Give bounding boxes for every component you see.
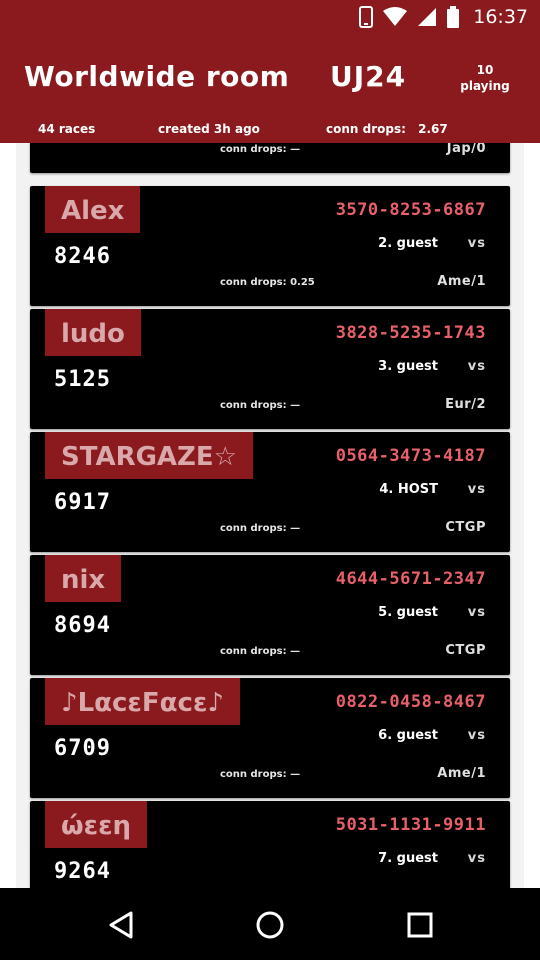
player-region: CTGP xyxy=(445,643,486,658)
player-conn-drops: conn drops: — xyxy=(220,523,301,534)
player-card[interactable]: ώεεη 5031-1131-9911 9264 7. guest vs xyxy=(30,801,510,888)
back-button[interactable] xyxy=(104,908,138,942)
player-region: Eur/2 xyxy=(445,397,486,412)
player-region: Ame/1 xyxy=(437,766,486,781)
races-count: 44 races xyxy=(38,122,96,136)
friend-code: 0564-3473-4187 xyxy=(335,446,486,466)
player-score: 6917 xyxy=(54,490,111,515)
created-time: created 3h ago xyxy=(158,122,260,136)
player-card[interactable]: nix 4644-5671-2347 8694 5. guest vs conn… xyxy=(30,555,510,675)
player-list[interactable]: conn drops: — Jap/0 Alex 3570-8253-6867 … xyxy=(16,143,524,888)
friend-code: 3828-5235-1743 xyxy=(335,323,486,343)
playing-count: 10 playing xyxy=(450,62,520,94)
battery-icon xyxy=(447,6,460,28)
player-conn-drops: conn drops: — xyxy=(220,769,301,780)
friend-code: 5031-1131-9911 xyxy=(335,815,486,835)
vs-label: vs xyxy=(467,482,486,497)
friend-code: 0822-0458-8467 xyxy=(335,692,486,712)
home-button[interactable] xyxy=(253,908,287,942)
player-card[interactable]: ludo 3828-5235-1743 5125 3. guest vs con… xyxy=(30,309,510,429)
vs-label: vs xyxy=(467,605,486,620)
recents-icon xyxy=(407,912,433,938)
player-score: 8246 xyxy=(54,244,111,269)
player-card[interactable]: STARGAZE☆ 0564-3473-4187 6917 4. HOST vs… xyxy=(30,432,510,552)
vs-label: vs xyxy=(467,359,486,374)
player-conn-drops: conn drops: — xyxy=(220,144,301,155)
player-score: 5125 xyxy=(54,367,111,392)
player-conn-drops: conn drops: — xyxy=(220,646,301,657)
player-card[interactable]: ♪LαcεFαcε♪ 0822-0458-8467 6709 6. guest … xyxy=(30,678,510,798)
player-position: 5. guest xyxy=(378,605,438,620)
player-score: 9264 xyxy=(54,859,111,884)
home-icon xyxy=(256,911,284,939)
player-position: 6. guest xyxy=(378,728,438,743)
player-name: Alex xyxy=(45,186,141,233)
player-conn-drops: conn drops: 0.25 xyxy=(220,277,315,288)
friend-code: 3570-8253-6867 xyxy=(335,200,486,220)
wifi-icon xyxy=(383,7,408,26)
room-header: Worldwide room UJ24 10 playing 44 races … xyxy=(0,36,540,143)
player-name: nix xyxy=(45,555,122,602)
navigation-bar xyxy=(0,888,540,960)
player-score: 6709 xyxy=(54,736,111,761)
phone-icon xyxy=(359,6,374,28)
vs-label: vs xyxy=(467,236,486,251)
back-icon xyxy=(109,911,133,939)
room-title: Worldwide room xyxy=(24,60,290,93)
friend-code: 4644-5671-2347 xyxy=(335,569,486,589)
player-region: Jap/0 xyxy=(446,143,486,156)
player-name: ώεεη xyxy=(45,801,148,848)
player-card[interactable]: conn drops: — Jap/0 xyxy=(30,143,510,173)
player-region: CTGP xyxy=(445,520,486,535)
recents-button[interactable] xyxy=(403,908,437,942)
player-conn-drops: conn drops: — xyxy=(220,400,301,411)
player-position: 7. guest xyxy=(378,851,438,866)
player-name: ♪LαcεFαcε♪ xyxy=(45,678,241,725)
room-code: UJ24 xyxy=(330,60,407,93)
vs-label: vs xyxy=(467,728,486,743)
vs-label: vs xyxy=(467,851,486,866)
player-position: 2. guest xyxy=(378,236,438,251)
player-score: 8694 xyxy=(54,613,111,638)
player-region: Ame/1 xyxy=(437,274,486,289)
status-bar: 16:37 xyxy=(0,0,540,36)
player-name: STARGAZE☆ xyxy=(45,432,253,479)
status-time: 16:37 xyxy=(473,6,528,28)
status-icons: 16:37 xyxy=(359,6,528,28)
conn-drops-label: conn drops: xyxy=(326,122,406,136)
playing-number: 10 xyxy=(476,63,494,77)
conn-drops-value: 2.67 xyxy=(418,122,448,136)
player-card[interactable]: Alex 3570-8253-6867 8246 2. guest vs con… xyxy=(30,186,510,306)
conn-drops-summary: conn drops: 2.67 xyxy=(326,122,448,136)
player-name: ludo xyxy=(45,309,141,356)
signal-icon xyxy=(418,8,437,26)
player-position: 4. HOST xyxy=(379,482,438,497)
playing-label: playing xyxy=(460,79,510,93)
player-position: 3. guest xyxy=(378,359,438,374)
